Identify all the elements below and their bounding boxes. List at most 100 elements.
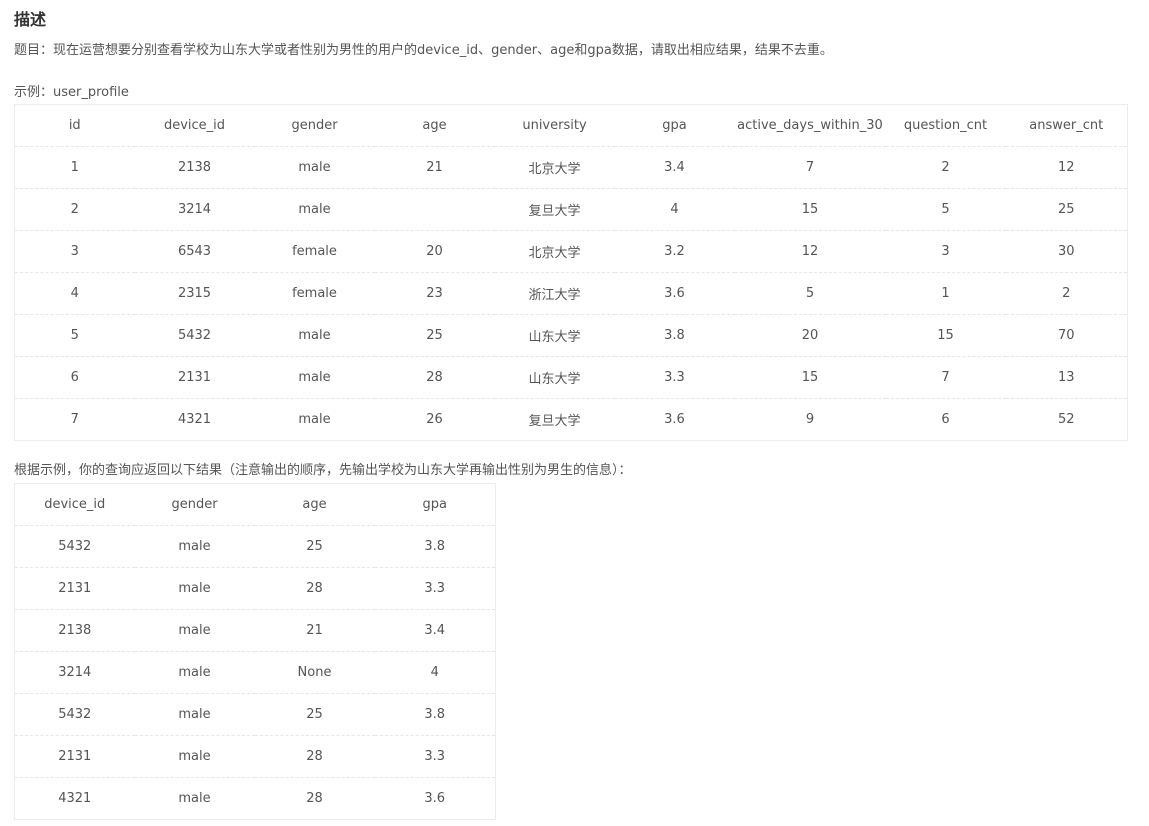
table-cell: male <box>134 735 255 778</box>
table-cell: 4321 <box>134 398 255 441</box>
section-heading: 描述 <box>14 10 47 29</box>
table-cell: 2 <box>885 146 1006 189</box>
table-cell: 28 <box>254 777 375 820</box>
table-cell: male <box>254 356 375 399</box>
table-cell: 28 <box>254 567 375 610</box>
table-cell: male <box>254 314 375 357</box>
example-table-header: id device_id gender age university gpa a… <box>14 104 1128 147</box>
table-cell: 25 <box>374 314 495 357</box>
table-cell: 25 <box>1005 188 1128 231</box>
table-row: 5 5432 male 25 山东大学 3.8 20 15 70 <box>14 314 1128 357</box>
table-cell: 20 <box>374 230 495 273</box>
table-cell: 2138 <box>14 609 135 652</box>
table-cell: 6 <box>14 356 135 399</box>
table-cell: 3.4 <box>614 146 735 189</box>
table-cell: 3.3 <box>374 567 496 610</box>
table-cell: male <box>134 777 255 820</box>
table-cell: 12 <box>734 230 886 273</box>
table-cell: 3214 <box>14 651 135 694</box>
table-cell <box>374 188 495 231</box>
table-cell: 复旦大学 <box>494 188 615 231</box>
table-cell: 26 <box>374 398 495 441</box>
table-cell: 4 <box>14 272 135 315</box>
column-header-active-days: active_days_within_30 <box>734 104 886 147</box>
table-cell: 1 <box>885 272 1006 315</box>
table-row: 6 2131 male 28 山东大学 3.3 15 7 13 <box>14 356 1128 399</box>
table-cell: 5 <box>734 272 886 315</box>
column-header-id: id <box>14 104 135 147</box>
table-cell: 3.8 <box>374 693 496 736</box>
table-cell: 山东大学 <box>494 314 615 357</box>
column-header-gender: gender <box>134 483 255 526</box>
table-row: 5432 male 25 3.8 <box>14 525 496 568</box>
table-cell: 复旦大学 <box>494 398 615 441</box>
table-cell: 5432 <box>134 314 255 357</box>
table-cell: 2131 <box>14 735 135 778</box>
table-cell: 30 <box>1005 230 1128 273</box>
table-cell: 3 <box>14 230 135 273</box>
table-cell: 3.2 <box>614 230 735 273</box>
table-cell: 2131 <box>14 567 135 610</box>
result-table-header: device_id gender age gpa <box>14 483 496 526</box>
table-row: 4321 male 28 3.6 <box>14 777 496 820</box>
table-cell: None <box>254 651 375 694</box>
table-cell: 7 <box>734 146 886 189</box>
table-cell: 21 <box>374 146 495 189</box>
result-label: 根据示例，你的查询应返回以下结果（注意输出的顺序，先输出学校为山东大学再输出性别… <box>14 463 632 478</box>
table-cell: female <box>254 230 375 273</box>
result-table-body: 5432 male 25 3.8 2131 male 28 3.3 2138 m… <box>14 525 496 820</box>
table-header-row: id device_id gender age university gpa a… <box>14 104 1128 147</box>
table-cell: 3.3 <box>374 735 496 778</box>
column-header-age: age <box>374 104 495 147</box>
table-cell: 7 <box>885 356 1006 399</box>
table-cell: 3.8 <box>614 314 735 357</box>
column-header-device-id: device_id <box>14 483 135 526</box>
example-table-body: 1 2138 male 21 北京大学 3.4 7 2 12 2 3214 ma… <box>14 146 1128 441</box>
table-cell: male <box>254 188 375 231</box>
table-cell: 4 <box>614 188 735 231</box>
result-table: device_id gender age gpa 5432 male 25 3.… <box>14 483 496 820</box>
table-cell: 25 <box>254 693 375 736</box>
table-cell: 9 <box>734 398 886 441</box>
table-cell: 25 <box>254 525 375 568</box>
table-cell: male <box>134 525 255 568</box>
column-header-university: university <box>494 104 615 147</box>
table-row: 4 2315 female 23 浙江大学 3.6 5 1 2 <box>14 272 1128 315</box>
table-row: 2131 male 28 3.3 <box>14 735 496 778</box>
table-cell: male <box>254 146 375 189</box>
table-cell: 21 <box>254 609 375 652</box>
table-cell: 12 <box>1005 146 1128 189</box>
table-cell: 3.6 <box>614 398 735 441</box>
table-row: 3214 male None 4 <box>14 651 496 694</box>
table-cell: 7 <box>14 398 135 441</box>
table-row: 2131 male 28 3.3 <box>14 567 496 610</box>
example-label: 示例：user_profile <box>14 85 129 100</box>
example-table: id device_id gender age university gpa a… <box>14 104 1128 441</box>
table-cell: 1 <box>14 146 135 189</box>
table-row: 1 2138 male 21 北京大学 3.4 7 2 12 <box>14 146 1128 189</box>
column-header-device-id: device_id <box>134 104 255 147</box>
table-cell: 2138 <box>134 146 255 189</box>
column-header-gpa: gpa <box>614 104 735 147</box>
table-cell: female <box>254 272 375 315</box>
table-row: 7 4321 male 26 复旦大学 3.6 9 6 52 <box>14 398 1128 441</box>
table-cell: 2315 <box>134 272 255 315</box>
table-row: 2138 male 21 3.4 <box>14 609 496 652</box>
table-row: 2 3214 male 复旦大学 4 15 5 25 <box>14 188 1128 231</box>
table-cell: 3.6 <box>374 777 496 820</box>
table-cell: 15 <box>734 356 886 399</box>
table-cell: 浙江大学 <box>494 272 615 315</box>
table-row: 3 6543 female 20 北京大学 3.2 12 3 30 <box>14 230 1128 273</box>
table-cell: 3 <box>885 230 1006 273</box>
table-cell: 15 <box>734 188 886 231</box>
table-row: 5432 male 25 3.8 <box>14 693 496 736</box>
table-cell: 13 <box>1005 356 1128 399</box>
table-cell: 23 <box>374 272 495 315</box>
table-cell: 5 <box>885 188 1006 231</box>
table-cell: 2 <box>1005 272 1128 315</box>
table-cell: 5432 <box>14 693 135 736</box>
table-cell: 15 <box>885 314 1006 357</box>
table-cell: 52 <box>1005 398 1128 441</box>
table-header-row: device_id gender age gpa <box>14 483 496 526</box>
table-cell: 3.4 <box>374 609 496 652</box>
